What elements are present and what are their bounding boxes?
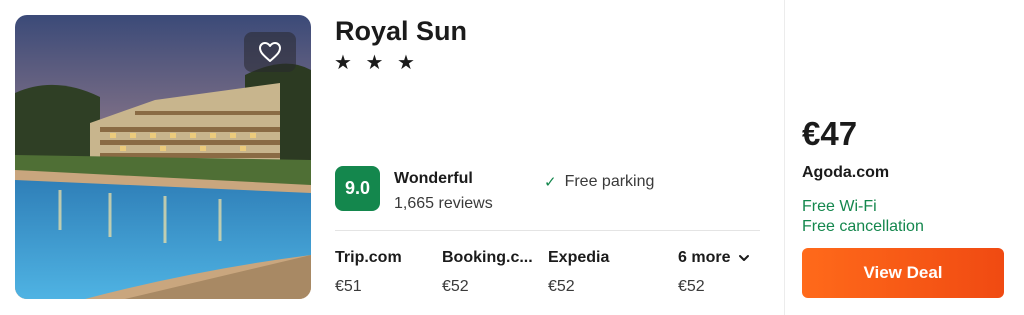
amenity-free-parking: ✓ Free parking: [544, 173, 654, 191]
deal-price: €47: [802, 115, 858, 152]
view-deal-button[interactable]: View Deal: [802, 248, 1004, 298]
chevron-down-icon: [739, 255, 750, 261]
review-count[interactable]: 1,665 reviews: [394, 195, 493, 213]
provider-price: €52: [548, 278, 575, 295]
checkmark-icon: ✓: [544, 174, 557, 191]
provider-name: Expedia: [548, 249, 610, 266]
more-providers-button[interactable]: 6 more €52: [678, 249, 750, 296]
provider-price: €51: [335, 278, 362, 295]
deal-site: Agoda.com: [802, 164, 890, 181]
hotel-result-card: Royal Sun ★ ★ ★ 9.0 Wonderful 1,665 revi…: [0, 0, 1024, 315]
rating-score-badge: 9.0: [335, 166, 380, 211]
provider-trip-com[interactable]: Trip.com €51: [335, 249, 402, 296]
provider-booking-com[interactable]: Booking.c... €52: [442, 249, 533, 296]
hotel-name[interactable]: Royal Sun: [335, 16, 467, 47]
provider-expedia[interactable]: Expedia €52: [548, 249, 609, 296]
column-separator: [784, 0, 785, 315]
more-providers-label: 6 more: [678, 249, 731, 266]
divider: [335, 230, 760, 231]
heart-icon: [259, 42, 281, 62]
more-providers-label-row: 6 more: [678, 249, 750, 267]
star-rating: ★ ★ ★: [334, 52, 419, 74]
perk-free-wifi: Free Wi-Fi: [802, 198, 877, 215]
favorite-button[interactable]: [244, 32, 296, 72]
rating-label: Wonderful: [394, 170, 473, 187]
provider-price: €52: [678, 278, 705, 295]
amenity-label: Free parking: [564, 173, 655, 190]
perk-free-cancellation: Free cancellation: [802, 218, 924, 235]
provider-name: Trip.com: [335, 249, 402, 266]
provider-name: Booking.c...: [442, 249, 533, 266]
provider-price: €52: [442, 278, 469, 295]
